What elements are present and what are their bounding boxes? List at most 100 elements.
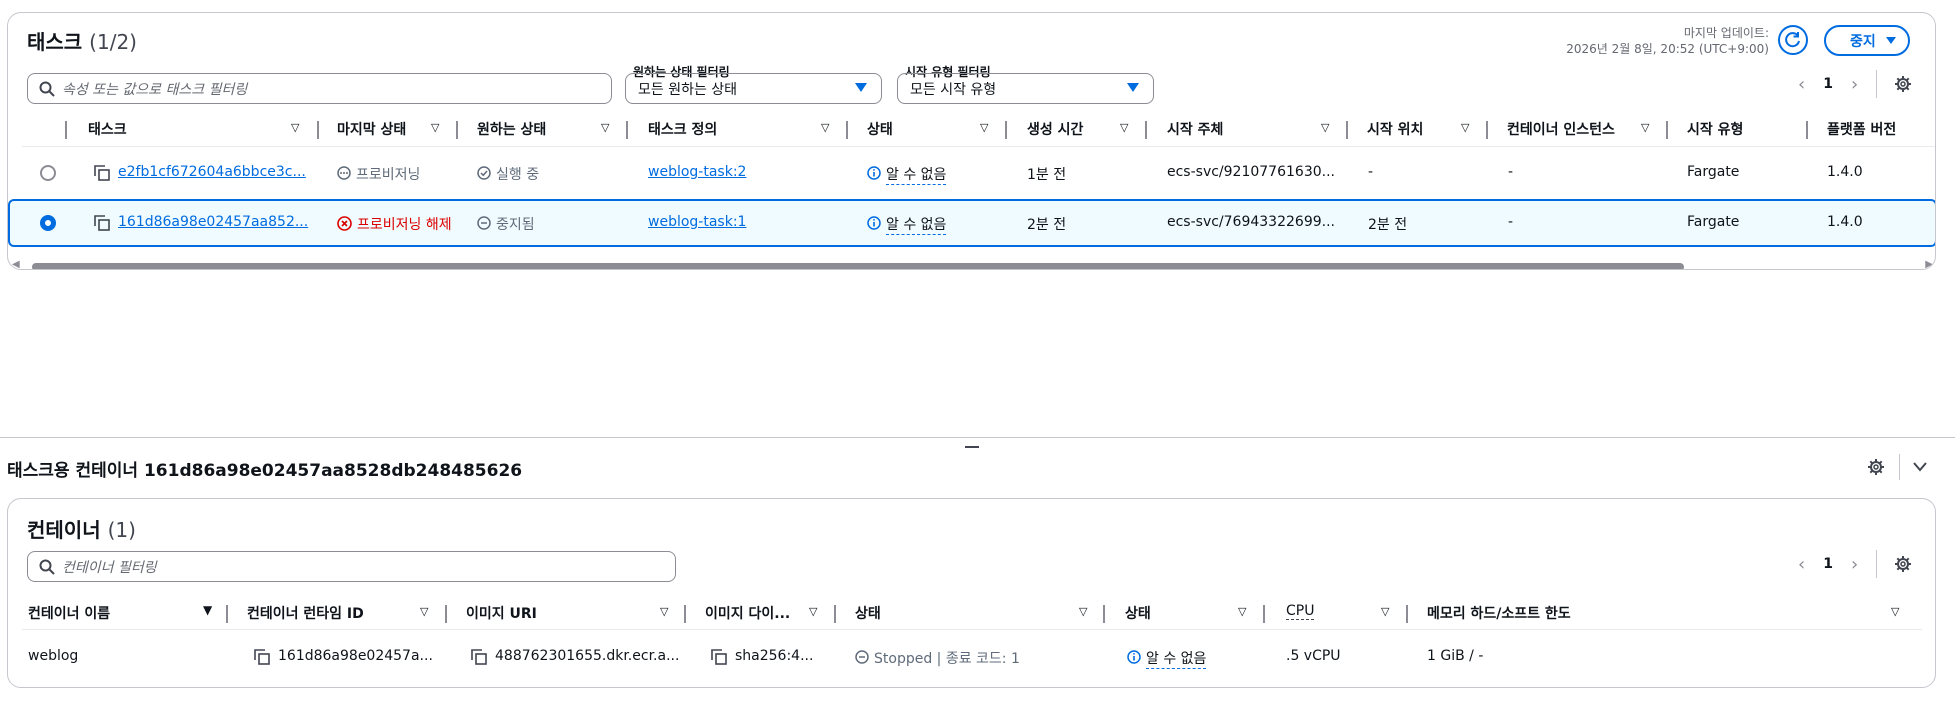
copy-icon[interactable] [711, 649, 727, 665]
desired-status-text: 실행 중 [496, 167, 540, 183]
task-definition-link[interactable]: weblog-task:2 [648, 164, 746, 180]
sort-icon[interactable]: ▽ [1381, 605, 1389, 618]
gear-icon[interactable] [1895, 556, 1912, 572]
copy-icon[interactable] [254, 649, 270, 665]
next-page-icon[interactable]: › [1851, 554, 1858, 575]
sort-icon[interactable]: ▽ [1238, 605, 1246, 618]
sort-icon[interactable]: ▽ [431, 121, 439, 134]
column-header-started-by[interactable]: 시작 주체 [1167, 119, 1223, 139]
sort-icon[interactable]: ▽ [809, 605, 817, 618]
container-instance: - [1508, 214, 1514, 230]
sort-icon[interactable]: ▽ [1461, 121, 1469, 134]
health-status-link[interactable]: 알 수 없음 [886, 214, 947, 235]
column-header-health[interactable]: 상태 [867, 119, 893, 139]
column-header-created[interactable]: 생성 시간 [1027, 119, 1083, 139]
search-icon [39, 81, 55, 97]
task-definition-link[interactable]: weblog-task:1 [648, 214, 746, 230]
health-status-link[interactable]: 알 수 없음 [886, 164, 947, 185]
sort-icon[interactable]: ▽ [1641, 121, 1649, 134]
sort-icon[interactable]: ▽ [660, 605, 668, 618]
gear-icon[interactable] [1895, 76, 1912, 92]
container-search-input[interactable]: 컨테이너 필터링 [27, 551, 676, 582]
header-divider [22, 629, 1922, 630]
copy-icon[interactable] [471, 649, 487, 665]
sort-icon[interactable]: ▽ [1079, 605, 1087, 618]
gear-icon[interactable] [1868, 459, 1884, 475]
sort-icon[interactable]: ▽ [980, 121, 988, 134]
task-search-input[interactable]: 속성 또는 값으로 태스크 필터링 [27, 73, 612, 104]
sort-icon[interactable]: ▽ [601, 121, 609, 134]
current-page[interactable]: 1 [1823, 556, 1833, 572]
prev-page-icon[interactable]: ‹ [1798, 554, 1805, 575]
column-header-container-instance[interactable]: 컨테이너 인스턴스 [1507, 119, 1615, 139]
sort-desc-icon[interactable]: ▼ [203, 603, 212, 617]
sort-icon[interactable]: ▽ [1120, 121, 1128, 134]
column-separator [1666, 121, 1668, 139]
sort-icon[interactable]: ▽ [821, 121, 829, 134]
sort-icon[interactable]: ▽ [420, 605, 428, 618]
column-header-memory[interactable]: 메모리 하드/소프트 한도 [1427, 603, 1571, 623]
refresh-button[interactable] [1778, 25, 1808, 55]
column-header-started-at[interactable]: 시작 위치 [1367, 119, 1423, 139]
column-header-container-name[interactable]: 컨테이너 이름 [28, 603, 110, 623]
task-id-link[interactable]: 161d86a98e02457aa852... [118, 214, 308, 230]
column-separator [1145, 121, 1147, 139]
copy-icon[interactable] [94, 215, 110, 231]
containers-count: (1) [107, 518, 136, 542]
column-header-cpu[interactable]: CPU [1286, 603, 1315, 620]
stop-button[interactable]: 중지 [1824, 25, 1910, 56]
chevron-down-icon[interactable] [1913, 462, 1927, 472]
column-separator [846, 121, 848, 139]
table-row[interactable]: weblog 161d86a98e02457a... 488762301655.… [8, 633, 1935, 681]
launch-type: Fargate [1687, 214, 1740, 230]
column-header-task[interactable]: 태스크 [88, 119, 127, 139]
row-radio[interactable] [40, 215, 56, 231]
column-separator [1005, 121, 1007, 139]
tasks-count: (1/2) [89, 30, 137, 54]
health-status-link[interactable]: 알 수 없음 [1146, 648, 1207, 669]
column-separator [1406, 605, 1408, 623]
desired-status-filter-select[interactable]: 모든 원하는 상태 [625, 73, 882, 104]
tasks-title: 태스크 (1/2) [27, 26, 137, 55]
column-separator [1346, 121, 1348, 139]
last-status-text: 프로비저닝 [356, 167, 421, 183]
table-row[interactable]: e2fb1cf672604a6bbce3c... 프로비저닝 실행 중 webl… [8, 149, 1935, 197]
sort-icon[interactable]: ▽ [1891, 605, 1899, 618]
row-radio[interactable] [40, 165, 56, 181]
column-header-last-status[interactable]: 마지막 상태 [337, 119, 406, 139]
sort-icon[interactable]: ▽ [1321, 121, 1329, 134]
column-header-image-uri[interactable]: 이미지 URI [466, 603, 537, 623]
column-header-platform-version[interactable]: 플랫폼 버전 [1827, 119, 1896, 139]
column-header-status[interactable]: 상태 [855, 603, 881, 623]
column-header-desired-status[interactable]: 원하는 상태 [477, 119, 546, 139]
started-at: - [1368, 164, 1374, 180]
column-header-launch-type[interactable]: 시작 유형 [1687, 119, 1743, 139]
stopped-icon [477, 216, 491, 230]
sort-icon[interactable]: ▽ [291, 121, 299, 134]
scrollbar-thumb[interactable] [32, 263, 1684, 269]
started-by: ecs-svc/92107761630... [1167, 164, 1335, 180]
error-icon [337, 216, 352, 231]
launch-type-filter-select[interactable]: 모든 시작 유형 [897, 73, 1154, 104]
copy-icon[interactable] [94, 165, 110, 181]
prev-page-icon[interactable]: ‹ [1798, 74, 1805, 95]
task-search-placeholder: 속성 또는 값으로 태스크 필터링 [62, 81, 248, 98]
task-id-link[interactable]: e2fb1cf672604a6bbce3c... [118, 164, 306, 180]
caret-down-icon [1127, 83, 1139, 92]
column-separator [684, 605, 686, 623]
column-header-task-definition[interactable]: 태스크 정의 [648, 119, 717, 139]
started-by: ecs-svc/76943322699... [1167, 214, 1335, 230]
desired-status-text: 중지됨 [496, 217, 535, 233]
current-page[interactable]: 1 [1823, 76, 1833, 92]
table-row-selected[interactable]: 161d86a98e02457aa852... 프로비저닝 해제 중지됨 web… [8, 199, 1935, 247]
column-header-image-digest[interactable]: 이미지 다이... [705, 603, 790, 623]
scroll-left-icon[interactable]: ◀ [12, 259, 20, 269]
column-header-runtime-id[interactable]: 컨테이너 런타임 ID [247, 603, 364, 623]
drag-handle[interactable] [965, 446, 979, 448]
column-header-health[interactable]: 상태 [1125, 603, 1151, 623]
header-divider [22, 146, 1935, 147]
next-page-icon[interactable]: › [1851, 74, 1858, 95]
scroll-right-icon[interactable]: ▶ [1925, 259, 1933, 269]
split-panel-divider [0, 437, 1955, 438]
horizontal-scrollbar[interactable]: ◀ ▶ [12, 259, 1933, 269]
